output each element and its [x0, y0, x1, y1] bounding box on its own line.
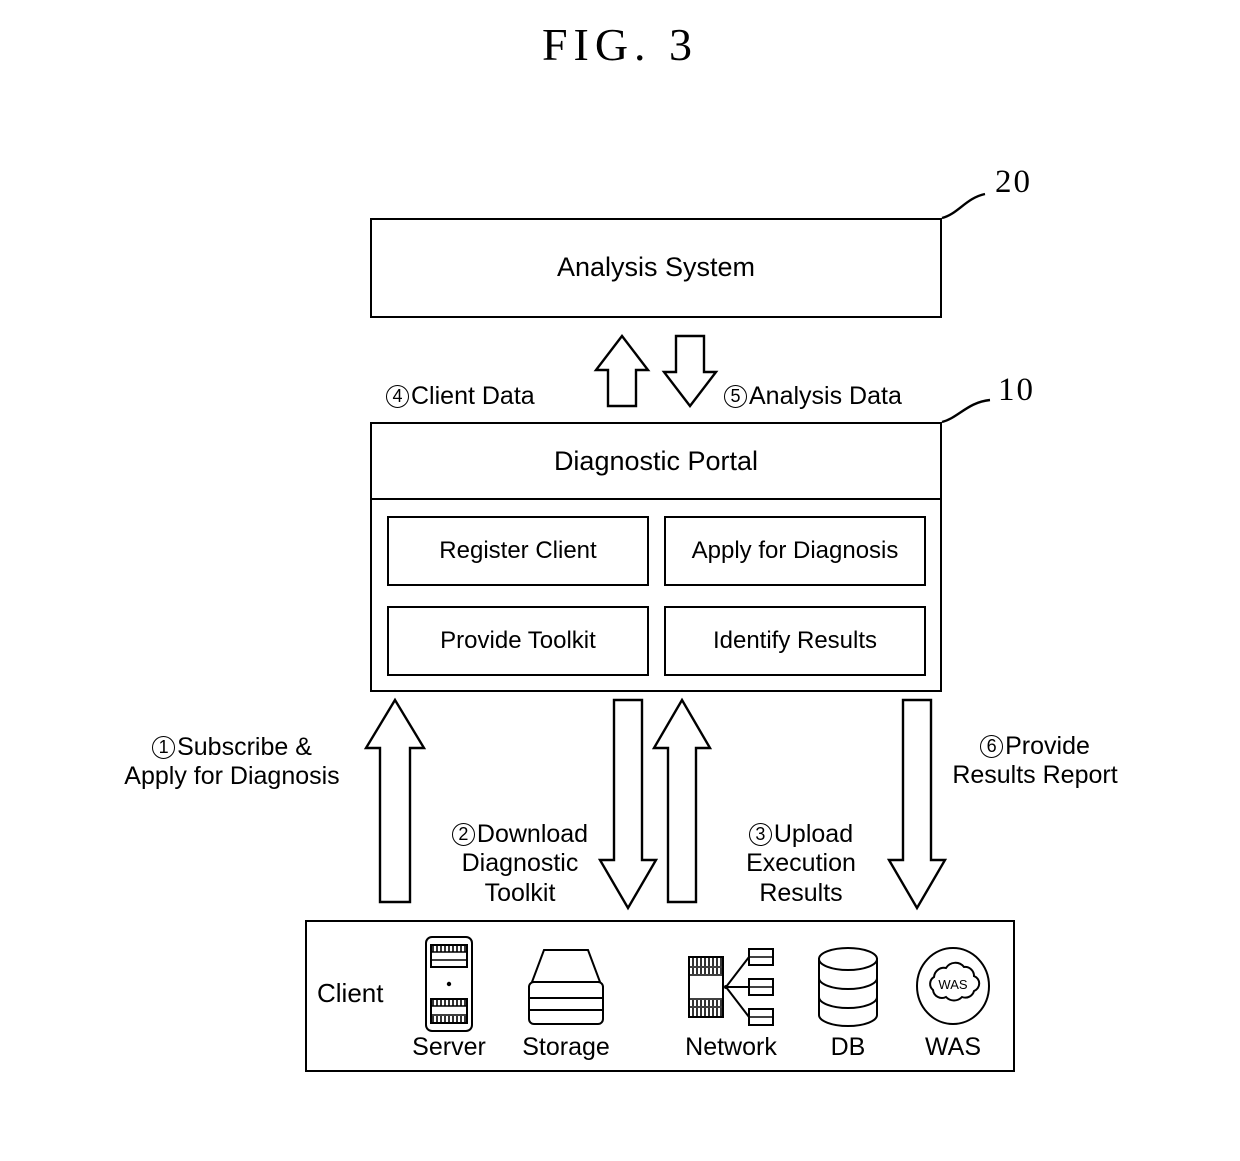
was-icon-text: WAS	[938, 977, 967, 992]
client-item-database[interactable]: DB	[794, 940, 902, 1060]
portal-cell-provide-toolkit[interactable]: Provide Toolkit	[387, 606, 649, 676]
flow-label-1: 1 Subscribe & Apply for Diagnosis	[96, 703, 368, 792]
portal-cell-identify-results[interactable]: Identify Results	[664, 606, 926, 676]
portal-cell-label: Register Client	[439, 537, 597, 565]
reference-numeral-10: 10	[998, 372, 1035, 408]
database-icon	[794, 940, 902, 1033]
flow-marker-1: 1	[152, 735, 176, 759]
client-item-label: Storage	[522, 1033, 610, 1061]
arrow-flow-1-up	[363, 697, 427, 904]
leader-line-20	[941, 192, 986, 220]
client-item-network[interactable]: Network	[677, 940, 785, 1060]
reference-numeral-20: 20	[995, 164, 1032, 200]
flow-label-5-text: Analysis Data	[749, 381, 902, 410]
client-item-label: DB	[830, 1033, 866, 1061]
was-cloud-icon: WAS	[899, 940, 1007, 1033]
diagnostic-portal-box[interactable]: Diagnostic Portal Register Client Apply …	[370, 422, 942, 692]
diagnostic-portal-title: Diagnostic Portal	[553, 445, 759, 476]
flow-label-4: 4 Client Data	[386, 352, 535, 411]
portal-cell-label: Apply for Diagnosis	[691, 537, 899, 565]
flow-label-6-text: Provide Results Report	[952, 731, 1118, 790]
server-icon	[395, 935, 503, 1033]
client-item-storage[interactable]: Storage	[512, 940, 620, 1060]
client-box-label: Client	[317, 978, 384, 1008]
client-item-label: Server	[412, 1033, 486, 1061]
flow-marker-2: 2	[451, 822, 475, 846]
diagnostic-portal-header: Diagnostic Portal	[372, 424, 940, 500]
leader-line-10	[941, 398, 991, 424]
flow-marker-3: 3	[748, 822, 772, 846]
portal-cell-register-client[interactable]: Register Client	[387, 516, 649, 586]
client-item-label: WAS	[924, 1033, 982, 1061]
flow-label-2: 2 Download Diagnostic Toolkit	[420, 790, 620, 908]
portal-cell-apply-for-diagnosis[interactable]: Apply for Diagnosis	[664, 516, 926, 586]
storage-icon	[512, 940, 620, 1033]
flow-label-4-text: Client Data	[411, 381, 535, 410]
flow-label-5: 5 Analysis Data	[724, 352, 902, 411]
network-icon	[677, 940, 785, 1033]
client-box[interactable]: Client Server Storage Network DB WAS WAS	[305, 920, 1015, 1072]
flow-label-2-text: Download Diagnostic Toolkit	[461, 819, 589, 907]
arrow-flow-4-up	[593, 334, 651, 408]
flow-label-6: 6 Provide Results Report	[930, 702, 1140, 791]
client-item-server[interactable]: Server	[395, 936, 503, 1061]
portal-cell-label: Provide Toolkit	[440, 627, 596, 655]
flow-marker-6: 6	[980, 734, 1004, 758]
figure-root: FIG. 3 20 10 Analysis System Diagnostic …	[0, 0, 1240, 1161]
flow-marker-4: 4	[386, 384, 409, 408]
portal-cell-label: Identify Results	[712, 627, 878, 655]
flow-marker-5: 5	[724, 384, 747, 408]
client-item-label: Network	[685, 1033, 777, 1061]
client-item-was[interactable]: WAS WAS	[899, 940, 1007, 1060]
arrow-flow-3-up	[651, 697, 713, 904]
flow-label-3: 3 Upload Execution Results	[712, 790, 890, 908]
analysis-system-label: Analysis System	[556, 252, 756, 283]
analysis-system-box[interactable]: Analysis System	[370, 218, 942, 318]
arrow-flow-5-down	[661, 334, 719, 408]
figure-title: FIG. 3	[541, 19, 699, 70]
